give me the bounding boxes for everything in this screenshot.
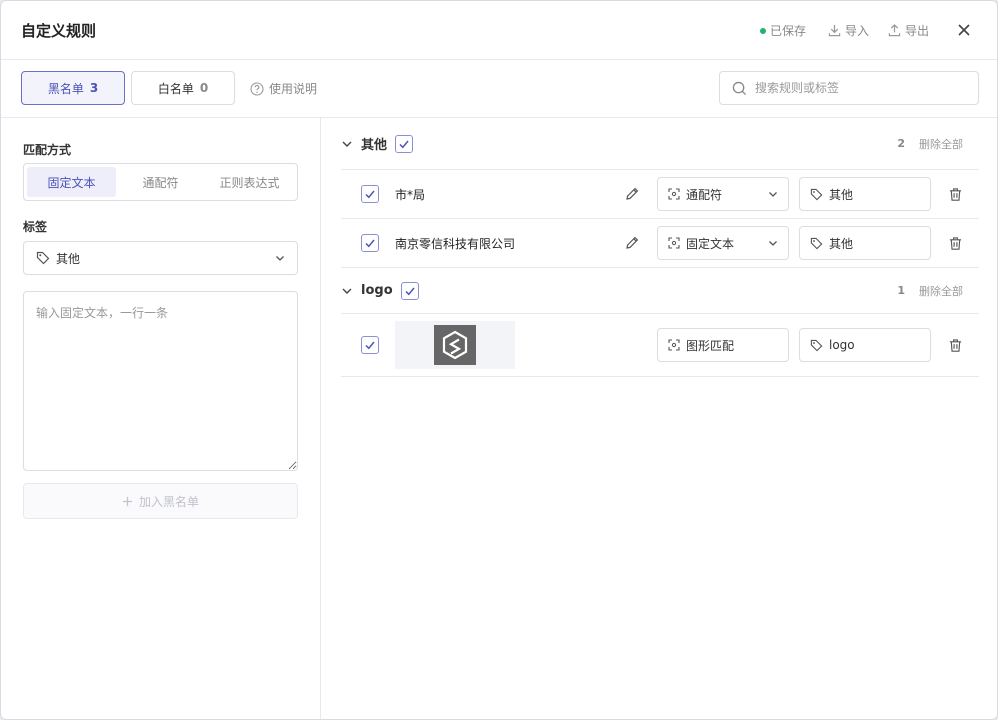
delete-all-button[interactable]: 删除全部 [919, 136, 963, 152]
match-mode-select[interactable]: 固定文本 [657, 226, 789, 260]
export-button[interactable]: 导出 [888, 22, 929, 39]
group-checkbox[interactable] [400, 281, 419, 300]
mode-regex[interactable]: 正则表达式 [205, 167, 294, 197]
dialog-header: 自定义规则 已保存 导入 导出 [1, 1, 997, 60]
rule-tag-field[interactable]: 其他 [799, 177, 931, 211]
left-panel: 匹配方式 固定文本 通配符 正则表达式 标签 其他 加入黑名单 [1, 118, 321, 719]
rules-panel: 其他 2 删除全部 市*局 通配符 其他 南京零信科技有限公司 固定文本 其他 … [321, 118, 997, 719]
toolbar: 黑名单 3 白名单 0 使用说明 [1, 60, 997, 118]
tag-select-value: 其他 [56, 251, 81, 266]
rule-row: 南京零信科技有限公司 固定文本 其他 [341, 219, 979, 268]
logo-thumbnail [395, 321, 515, 369]
group-checkbox[interactable] [395, 134, 414, 153]
rule-text-input[interactable] [23, 291, 298, 471]
scan-icon [668, 188, 680, 200]
search-box [719, 71, 979, 105]
import-icon [828, 24, 841, 37]
chevron-down-icon[interactable] [341, 285, 353, 297]
tab-whitelist-count: 0 [199, 81, 209, 95]
chevron-down-icon [769, 192, 777, 197]
check-icon [399, 140, 409, 148]
tag-icon [810, 237, 823, 249]
rule-tag-field[interactable]: 其他 [799, 226, 931, 260]
help-link[interactable]: 使用说明 [250, 80, 317, 97]
help-label: 使用说明 [269, 82, 318, 96]
rule-tag-value: 其他 [829, 236, 854, 251]
add-to-blacklist-button[interactable]: 加入黑名单 [23, 483, 298, 519]
match-mode-select[interactable]: 图形匹配 [657, 328, 789, 362]
tag-label: 标签 [23, 220, 48, 234]
logo-hexagon-icon [442, 330, 468, 360]
rule-checkbox[interactable] [361, 336, 379, 354]
group-count: 2 [897, 137, 905, 150]
search-icon [732, 81, 747, 95]
tab-blacklist-label: 黑名单 [47, 81, 84, 96]
tag-icon [36, 251, 50, 265]
tag-select[interactable]: 其他 [23, 241, 298, 275]
match-mode-select[interactable]: 通配符 [657, 177, 789, 211]
mode-wildcard[interactable]: 通配符 [116, 167, 205, 197]
match-mode-value: 图形匹配 [686, 338, 735, 353]
plus-icon [122, 496, 133, 506]
import-button[interactable]: 导入 [828, 22, 869, 39]
dialog-title: 自定义规则 [21, 22, 97, 40]
chevron-down-icon [769, 241, 777, 246]
export-icon [888, 24, 901, 37]
search-input[interactable] [755, 81, 955, 95]
trash-icon[interactable] [948, 236, 963, 251]
close-button[interactable] [953, 19, 975, 41]
scan-icon [668, 237, 680, 249]
tag-icon [810, 339, 823, 351]
tag-icon [810, 188, 823, 200]
tab-whitelist[interactable]: 白名单 0 [131, 71, 235, 105]
check-icon [365, 239, 375, 248]
group-name: 其他 [361, 138, 388, 153]
check-icon [365, 341, 375, 350]
match-mode-label: 匹配方式 [23, 143, 72, 157]
tab-blacklist[interactable]: 黑名单 3 [21, 71, 125, 105]
tab-blacklist-count: 3 [89, 81, 99, 95]
edit-icon[interactable] [624, 186, 640, 202]
rule-checkbox[interactable] [361, 234, 379, 252]
rule-row: 图形匹配 logo [341, 314, 979, 377]
export-label: 导出 [905, 24, 930, 38]
chevron-down-icon[interactable] [341, 138, 353, 150]
group-count: 1 [897, 284, 905, 297]
rule-row: 市*局 通配符 其他 [341, 170, 979, 219]
rule-tag-value: 其他 [829, 187, 854, 202]
group-header-logo: logo 1 删除全部 [341, 268, 979, 314]
rule-text: 南京零信科技有限公司 [395, 236, 516, 251]
saved-status: 已保存 [760, 22, 806, 39]
trash-icon[interactable] [948, 187, 963, 202]
group-header-other: 其他 2 删除全部 [341, 118, 979, 170]
import-label: 导入 [845, 24, 870, 38]
saved-dot-icon [760, 27, 766, 34]
add-to-blacklist-label: 加入黑名单 [138, 494, 199, 509]
check-icon [405, 287, 415, 295]
match-mode-value: 固定文本 [686, 236, 735, 251]
mode-fixed-text[interactable]: 固定文本 [27, 167, 116, 197]
group-name: logo [361, 283, 393, 298]
match-mode-segmented: 固定文本 通配符 正则表达式 [23, 163, 298, 201]
check-icon [365, 190, 375, 199]
edit-icon[interactable] [624, 235, 640, 251]
delete-all-button[interactable]: 删除全部 [919, 283, 963, 299]
help-icon [250, 81, 264, 96]
custom-rules-dialog: 自定义规则 已保存 导入 导出 黑名单 3 白名单 0 使用说明 搜索规则或标签… [0, 0, 998, 720]
rule-tag-value: logo [829, 338, 855, 352]
rule-tag-field[interactable]: logo [799, 328, 931, 362]
match-mode-value: 通配符 [686, 187, 723, 202]
chevron-down-icon [276, 256, 284, 261]
trash-icon[interactable] [948, 338, 963, 353]
rule-text: 市*局 [395, 187, 426, 202]
saved-status-text: 已保存 [770, 24, 807, 38]
close-icon [958, 24, 970, 36]
rule-checkbox[interactable] [361, 185, 379, 203]
logo-image [434, 325, 476, 365]
scan-icon [668, 339, 680, 351]
tab-whitelist-label: 白名单 [157, 81, 194, 96]
